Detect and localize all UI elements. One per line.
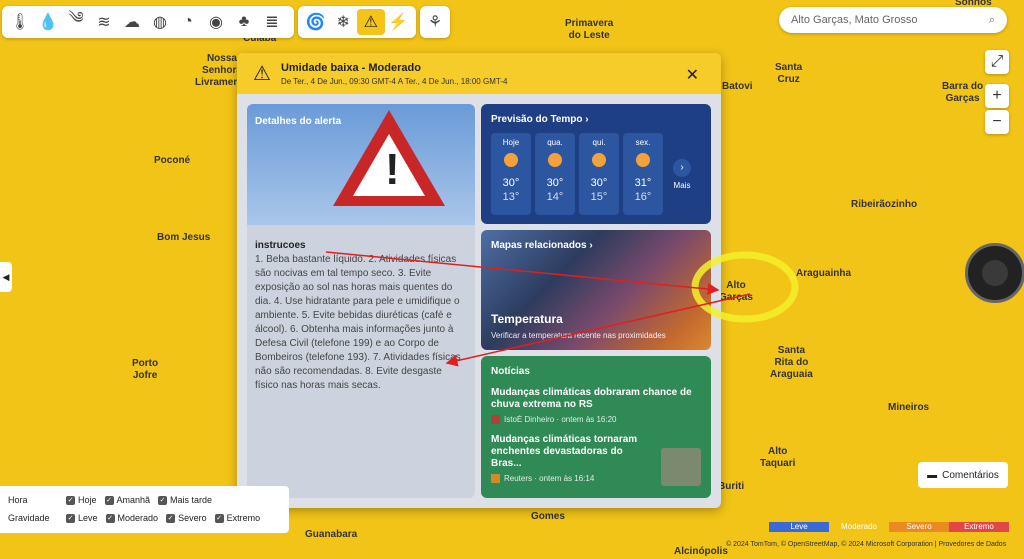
- highlight-circle: [691, 251, 799, 323]
- annotation-arrow: [325, 251, 720, 295]
- annotation-arrow: [445, 293, 751, 367]
- annotation-overlay: [325, 251, 799, 367]
